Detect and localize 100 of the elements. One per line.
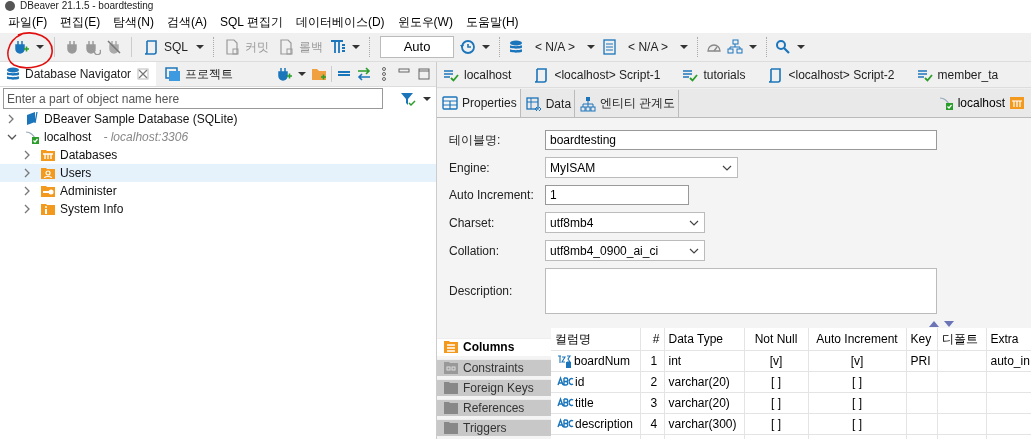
table-cell: [ ] bbox=[744, 371, 808, 393]
menu-item[interactable]: 파일(F) bbox=[1, 12, 54, 32]
editor-tab[interactable]: <localhost> Script-2 bbox=[761, 62, 901, 87]
editor-subtab[interactable]: 엔티티 관계도 bbox=[575, 90, 680, 117]
menu-item[interactable]: 데이터베이스(D) bbox=[288, 12, 391, 32]
number-type-icon bbox=[557, 353, 573, 369]
history-icon[interactable] bbox=[459, 39, 476, 55]
side-tab[interactable]: Constraints bbox=[437, 358, 551, 376]
dropdown-caret-icon[interactable] bbox=[586, 43, 597, 51]
close-icon[interactable] bbox=[135, 66, 152, 82]
dropdown-caret-icon[interactable] bbox=[748, 43, 759, 51]
maximize-icon[interactable] bbox=[416, 66, 432, 82]
table-cell: [ ] bbox=[744, 413, 808, 435]
dropdown-field[interactable]: utf8mb4_0900_ai_ci bbox=[545, 240, 705, 261]
dropdown-caret-icon[interactable] bbox=[679, 43, 690, 51]
column-header: 디폴트 bbox=[937, 328, 986, 351]
filter-field[interactable]: Enter a part of object name here bbox=[3, 88, 383, 109]
sql-editor-button[interactable]: SQL bbox=[141, 39, 190, 55]
tree-item[interactable]: DBeaver Sample Database (SQLite) bbox=[44, 112, 238, 126]
side-tab[interactable]: References bbox=[437, 398, 551, 416]
column-header: Auto Increment bbox=[808, 328, 906, 351]
column-header: Extra bbox=[986, 328, 1031, 351]
list-folder-icon bbox=[443, 339, 459, 356]
table-cell: title bbox=[551, 392, 640, 414]
table-icon bbox=[1009, 95, 1025, 111]
side-tab[interactable]: Foreign Keys bbox=[437, 378, 551, 396]
chevron-icon bbox=[721, 163, 733, 172]
table-cell: [v] bbox=[808, 350, 906, 372]
tree-item[interactable]: Databases bbox=[60, 148, 118, 162]
text-field[interactable]: boardtesting bbox=[545, 130, 937, 150]
folder-icon bbox=[443, 399, 459, 416]
tree-item[interactable]: localhost bbox=[44, 130, 92, 144]
table-cell: description bbox=[551, 413, 640, 435]
schema-selector[interactable]: < N/A > bbox=[622, 40, 675, 54]
panel-tab[interactable]: 프로젝트 bbox=[160, 62, 239, 86]
editor-tab[interactable]: localhost bbox=[437, 62, 518, 87]
dropdown-caret-icon[interactable] bbox=[35, 43, 45, 51]
field-label: Auto Increment: bbox=[449, 188, 535, 202]
table-cell: [ ] bbox=[744, 392, 808, 414]
editor-tab[interactable]: member_ta bbox=[910, 62, 1005, 87]
link-editor-icon[interactable] bbox=[356, 66, 372, 82]
folder-icon bbox=[443, 379, 459, 396]
field-label: 테이블명: bbox=[449, 131, 502, 149]
tree-item[interactable]: Users bbox=[60, 166, 92, 180]
menu-item[interactable]: 탐색(N) bbox=[106, 12, 160, 32]
dropdown-caret-icon[interactable] bbox=[297, 70, 307, 78]
menu-item[interactable]: 도움말(H) bbox=[458, 12, 525, 32]
search-icon[interactable] bbox=[775, 39, 792, 55]
column-header: Data Type bbox=[664, 328, 744, 351]
menu-item[interactable]: 편집(E) bbox=[53, 12, 107, 32]
dropdown-caret-icon[interactable] bbox=[195, 43, 205, 51]
editor-subtab[interactable]: Data bbox=[520, 90, 576, 117]
tree-item[interactable]: System Info bbox=[60, 202, 124, 216]
side-tab[interactable]: Triggers bbox=[437, 418, 551, 436]
database-file-icon bbox=[24, 111, 40, 127]
plug-disconnect-icon[interactable] bbox=[106, 39, 122, 55]
chevron-icon bbox=[688, 218, 700, 227]
plug-reconnect-icon[interactable] bbox=[85, 39, 101, 55]
table-cell: PRI bbox=[906, 350, 937, 372]
down-arrow-icon[interactable] bbox=[943, 319, 955, 328]
menu-item[interactable]: SQL 편집기 bbox=[213, 12, 289, 32]
new-connection-icon[interactable] bbox=[276, 66, 293, 82]
side-tab[interactable]: Columns bbox=[437, 338, 551, 356]
table-folder-icon bbox=[40, 147, 56, 163]
filter-icon[interactable] bbox=[400, 90, 416, 107]
table-cell: 1 bbox=[640, 350, 664, 372]
editor-subtab[interactable]: Properties bbox=[437, 89, 521, 117]
menu-item[interactable]: 검색(A) bbox=[160, 12, 213, 32]
text-field[interactable]: 1 bbox=[545, 185, 689, 205]
dropdown-caret-icon[interactable] bbox=[422, 94, 432, 103]
dropdown-caret-icon[interactable] bbox=[481, 43, 491, 51]
menu-item[interactable]: 윈도우(W) bbox=[390, 12, 459, 32]
plug-icon[interactable] bbox=[64, 39, 80, 55]
table-cell: id bbox=[551, 371, 640, 393]
database-icon[interactable] bbox=[508, 39, 524, 55]
dropdown-caret-icon[interactable] bbox=[351, 43, 361, 51]
new-connection-icon[interactable] bbox=[13, 39, 30, 55]
table-cell: int bbox=[664, 350, 744, 372]
chevron-icon bbox=[688, 246, 700, 255]
dropdown-field[interactable]: MyISAM bbox=[545, 157, 738, 178]
table-cell: varchar(20) bbox=[664, 371, 744, 393]
up-arrow-icon[interactable] bbox=[928, 319, 940, 328]
table-cell: 4 bbox=[640, 413, 664, 435]
transaction-icon[interactable] bbox=[330, 39, 346, 55]
editor-tab[interactable]: tutorials bbox=[676, 62, 752, 87]
column-header: # bbox=[640, 328, 664, 351]
field-label: Charset: bbox=[449, 215, 496, 230]
table-cell: [ ] bbox=[808, 413, 906, 435]
transaction-mode-field[interactable]: Auto bbox=[380, 36, 454, 58]
tree-item[interactable]: Administer bbox=[60, 184, 117, 198]
panel-tab[interactable]: Database Navigator bbox=[0, 62, 157, 86]
window-icon bbox=[165, 66, 182, 82]
dropdown-field[interactable]: utf8mb4 bbox=[545, 212, 705, 233]
datasource-selector[interactable]: < N/A > bbox=[529, 40, 582, 54]
field-label: Description: bbox=[449, 284, 514, 298]
user-folder-icon bbox=[40, 165, 56, 181]
dropdown-caret-icon[interactable] bbox=[796, 43, 807, 51]
editor-tab[interactable]: <localhost> Script-1 bbox=[527, 62, 667, 87]
table-cell: varchar(20) bbox=[664, 392, 744, 414]
connection-address: - localhost:3306 bbox=[103, 130, 189, 144]
